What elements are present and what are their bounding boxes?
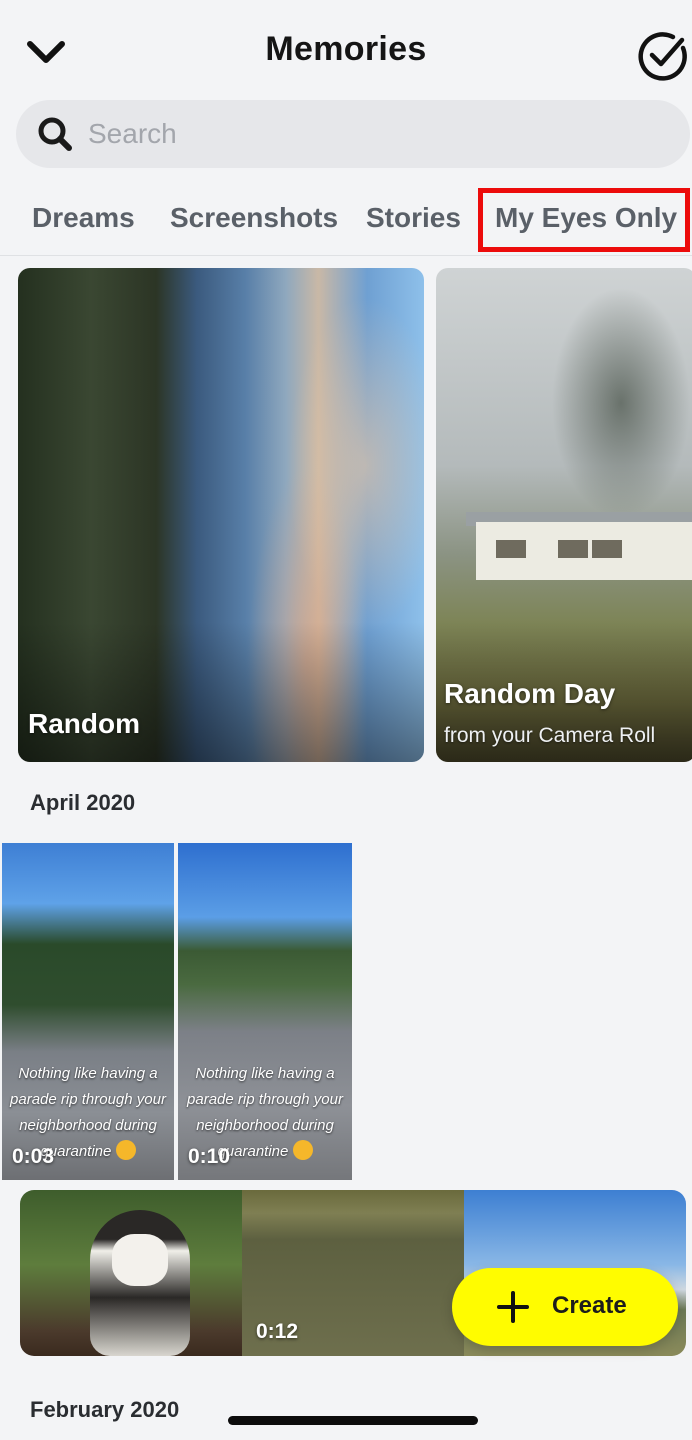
card-subtitle: from your Camera Roll bbox=[444, 724, 656, 747]
featured-card-random[interactable]: Random bbox=[18, 268, 424, 762]
strip-thumbnail-pond[interactable]: 0:12 bbox=[242, 1190, 464, 1356]
card-title: Random bbox=[28, 708, 140, 739]
tab-stories[interactable]: Stories bbox=[366, 202, 461, 234]
divider bbox=[0, 255, 692, 256]
snap-duration: 0:03 bbox=[12, 1145, 55, 1168]
card-image-detail bbox=[592, 540, 622, 558]
dog-image bbox=[112, 1234, 168, 1286]
search-input[interactable] bbox=[88, 110, 648, 158]
tab-screenshots[interactable]: Screenshots bbox=[170, 202, 338, 234]
section-label-april-2020: April 2020 bbox=[30, 790, 136, 815]
check-circle-icon[interactable] bbox=[636, 28, 690, 82]
snap-thumbnail[interactable]: Nothing like having a parade rip through… bbox=[178, 843, 352, 1180]
card-shade bbox=[18, 622, 424, 762]
snap-thumbnail[interactable]: Nothing like having a parade rip through… bbox=[2, 843, 174, 1180]
strip-thumbnail-dog[interactable] bbox=[20, 1190, 242, 1356]
featured-card-random-day[interactable]: Random Day from your Camera Roll bbox=[436, 268, 692, 762]
card-image bbox=[546, 278, 692, 528]
page-title: Memories bbox=[265, 30, 427, 68]
card-image-detail bbox=[558, 540, 588, 558]
create-button-label: Create bbox=[552, 1292, 627, 1319]
home-indicator bbox=[228, 1416, 478, 1425]
smiling-face-icon bbox=[292, 1140, 313, 1160]
section-label-february-2020: February 2020 bbox=[30, 1397, 180, 1422]
highlight-box bbox=[478, 188, 690, 252]
plus-icon bbox=[497, 1291, 529, 1323]
snap-duration: 0:10 bbox=[188, 1145, 231, 1168]
card-title: Random Day bbox=[444, 678, 616, 709]
smiling-face-icon bbox=[115, 1140, 136, 1160]
search-icon bbox=[38, 117, 72, 151]
card-image-detail bbox=[496, 540, 526, 558]
tab-dreams[interactable]: Dreams bbox=[32, 202, 135, 234]
snap-duration: 0:12 bbox=[256, 1320, 299, 1343]
